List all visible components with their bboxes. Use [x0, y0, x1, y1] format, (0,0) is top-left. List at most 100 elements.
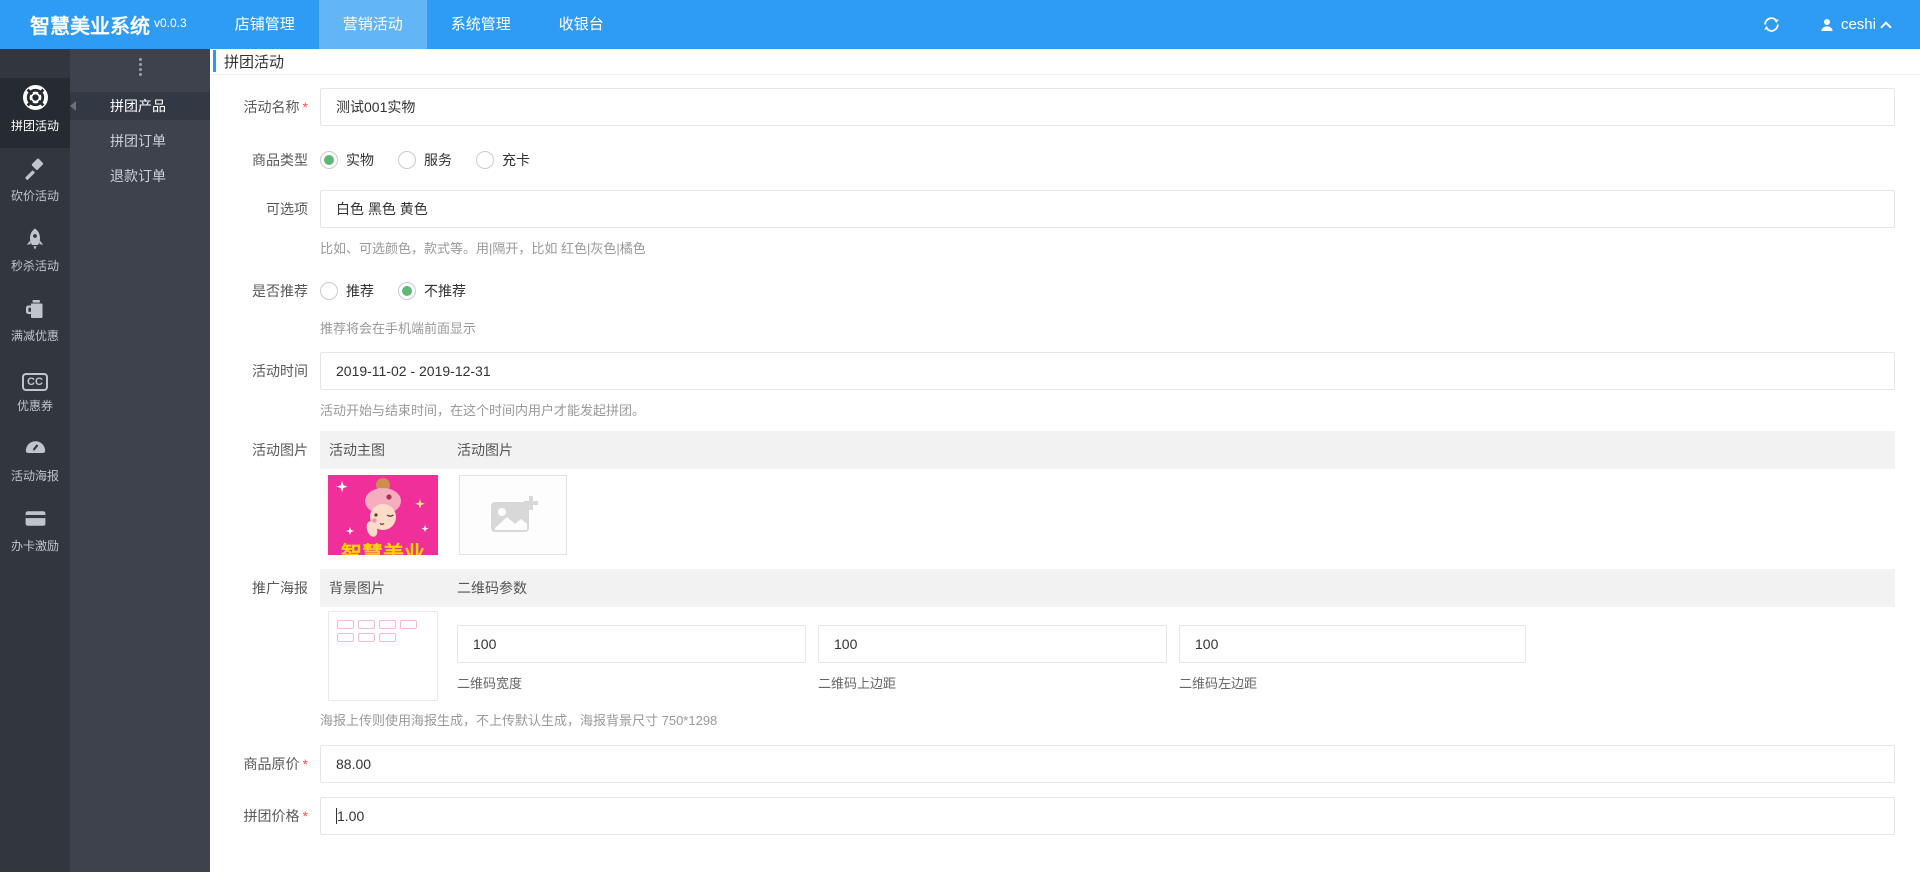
- nav-item-cashier[interactable]: 收银台: [535, 0, 628, 49]
- caret-up-icon: [1880, 20, 1892, 33]
- submenu-collapse-icon[interactable]: [70, 58, 210, 76]
- sidebar-item-discount[interactable]: 满减优惠: [0, 288, 70, 358]
- field-label: 拼团价格 *: [243, 808, 308, 824]
- form-row-recommend: 是否推荐 推荐 不推荐 推荐将会在手机端前面显示: [210, 272, 1906, 337]
- sidebar-item-flashsale[interactable]: 秒杀活动: [0, 218, 70, 288]
- sidebar-item-label: 秒杀活动: [10, 259, 59, 273]
- poster-background-thumbnail[interactable]: [328, 611, 438, 701]
- radio-type-service[interactable]: [398, 151, 416, 169]
- radio-label[interactable]: 实物: [346, 150, 374, 170]
- submenu-list: 拼团产品 拼团订单 退款订单: [70, 92, 210, 190]
- topbar: 智慧美业系统 v0.0.3 店铺管理 营销活动 系统管理 收银台 ceshi: [0, 0, 1920, 49]
- qr-left-margin-label: 二维码左边距: [1179, 676, 1258, 691]
- dashboard-icon: [23, 428, 48, 461]
- field-label: 活动时间: [252, 363, 308, 379]
- refresh-icon[interactable]: [1762, 15, 1781, 34]
- qr-top-margin-label: 二维码上边距: [818, 676, 897, 691]
- app-title-text: 智慧美业系统: [30, 16, 150, 38]
- activity-time-input[interactable]: [320, 352, 1895, 390]
- column-header: 活动主图: [329, 442, 385, 458]
- groupbuy-form: 活动名称* 商品类型 实物 服务 充卡: [210, 75, 1920, 835]
- activity-name-input[interactable]: [320, 88, 1895, 126]
- radio-label[interactable]: 不推荐: [424, 281, 466, 301]
- column-header: 活动图片: [457, 442, 513, 458]
- group-price-value: 1.00: [337, 808, 365, 824]
- required-mark: *: [302, 808, 308, 824]
- qr-width-input[interactable]: [457, 625, 806, 663]
- sidebar-item-card[interactable]: 办卡激励: [0, 498, 70, 568]
- app-window: 智慧美业系统 v0.0.3 店铺管理 营销活动 系统管理 收银台 ceshi 拼…: [0, 0, 1920, 872]
- qr-left-margin-input[interactable]: [1179, 625, 1526, 663]
- gavel-icon: [23, 148, 47, 181]
- radio-type-physical[interactable]: [320, 151, 338, 169]
- field-label: 商品类型: [252, 152, 308, 168]
- top-nav: 店铺管理 营销活动 系统管理 收银台: [211, 0, 628, 49]
- sidebar-item-label: 砍价活动: [10, 189, 59, 203]
- radio-label[interactable]: 推荐: [346, 281, 374, 301]
- form-row-promo-poster: 推广海报 背景图片 二维码参数 100 二维码宽度 100 二维码上边距 100…: [210, 569, 1906, 729]
- radio-label[interactable]: 服务: [424, 150, 452, 170]
- field-label: 商品原价 *: [243, 756, 308, 772]
- submenu-sidebar: 拼团产品 拼团订单 退款订单: [70, 49, 210, 872]
- sidebar-item-label: 活动海报: [10, 469, 59, 483]
- radio-recommend-yes[interactable]: [320, 282, 338, 300]
- submenu-item-group-products[interactable]: 拼团产品: [70, 92, 210, 120]
- field-label: 是否推荐: [252, 283, 308, 299]
- sidebar-item-label: 拼团活动: [10, 119, 59, 133]
- topbar-right: ceshi: [1762, 15, 1892, 34]
- sidebar-item-poster[interactable]: 活动海报: [0, 428, 70, 498]
- radio-label[interactable]: 充卡: [502, 150, 530, 170]
- submenu-item-refund-orders[interactable]: 退款订单: [70, 162, 210, 190]
- radio-recommend-no[interactable]: [398, 282, 416, 300]
- poster-body: 二维码宽度 二维码上边距 二维码左边距: [320, 611, 1895, 701]
- field-label: 推广海报: [252, 580, 308, 596]
- app-version: v0.0.3: [154, 16, 187, 30]
- nav-item-shop[interactable]: 店铺管理: [211, 0, 319, 49]
- life-ring-icon: [22, 78, 49, 111]
- form-row-activity-images: 活动图片 活动主图 活动图片 智慧美业: [210, 431, 1906, 555]
- image-plus-icon: [491, 496, 538, 532]
- main-image-caption: 智慧美业: [341, 542, 425, 555]
- column-header: 二维码参数: [457, 580, 527, 596]
- required-mark: *: [302, 756, 308, 772]
- product-type-radio-group: 实物 服务 充卡: [320, 141, 1895, 179]
- column-header: 背景图片: [329, 580, 385, 596]
- user-menu[interactable]: ceshi: [1819, 16, 1892, 33]
- sidebar-item-coupon[interactable]: CC 优惠券: [0, 358, 70, 428]
- field-label: 活动名称 *: [243, 99, 308, 115]
- rocket-icon: [23, 218, 47, 251]
- form-row-product-type: 商品类型 实物 服务 充卡: [210, 141, 1906, 179]
- icon-sidebar: 拼团活动 砍价活动 秒杀活动 满减优惠 CC 优惠券 活动海报 办卡激励: [0, 49, 70, 872]
- recommend-hint: 推荐将会在手机端前面显示: [320, 321, 477, 336]
- nav-item-system[interactable]: 系统管理: [427, 0, 535, 49]
- poster-hint: 海报上传则使用海报生成，不上传默认生成，海报背景尺寸 750*1298: [320, 713, 718, 728]
- cc-icon: CC: [22, 358, 48, 391]
- form-row-group-price: 拼团价格 * 1.00: [210, 797, 1906, 835]
- time-hint: 活动开始与结束时间，在这个时间内用户才能发起拼团。: [320, 403, 646, 418]
- poster-section-header: 背景图片 二维码参数: [320, 569, 1895, 607]
- mug-icon: [23, 288, 47, 321]
- images-body: 智慧美业: [320, 475, 1895, 555]
- submenu-item-group-orders[interactable]: 拼团订单: [70, 127, 210, 155]
- image-upload-placeholder[interactable]: [459, 475, 567, 555]
- page-title: 拼团活动: [213, 50, 1920, 72]
- nav-item-marketing[interactable]: 营销活动: [318, 0, 427, 49]
- form-row-options: 可选项 比如、可选颜色，款式等。用|隔开，比如 红色|灰色|橘色: [210, 190, 1906, 257]
- sidebar-item-label: 办卡激励: [10, 539, 59, 553]
- sidebar-item-bargain[interactable]: 砍价活动: [0, 148, 70, 218]
- sidebar-item-groupbuy[interactable]: 拼团活动: [0, 78, 70, 148]
- group-price-input[interactable]: 1.00: [320, 797, 1895, 835]
- options-input[interactable]: [320, 190, 1895, 228]
- app-title: 智慧美业系统 v0.0.3: [30, 10, 187, 39]
- credit-card-icon: [23, 498, 48, 531]
- qr-top-margin-input[interactable]: [818, 625, 1167, 663]
- main-image-thumbnail[interactable]: 智慧美业: [328, 475, 438, 555]
- sidebar-item-label: 满减优惠: [10, 329, 59, 343]
- options-hint: 比如、可选颜色，款式等。用|隔开，比如 红色|灰色|橘色: [320, 241, 646, 256]
- radio-type-recharge[interactable]: [476, 151, 494, 169]
- field-label: 可选项: [266, 201, 308, 217]
- username: ceshi: [1840, 16, 1876, 33]
- main-content: 拼团活动 活动名称* 商品类型 实物 服务: [210, 49, 1920, 872]
- user-icon: [1821, 18, 1833, 31]
- original-price-input[interactable]: [320, 745, 1895, 783]
